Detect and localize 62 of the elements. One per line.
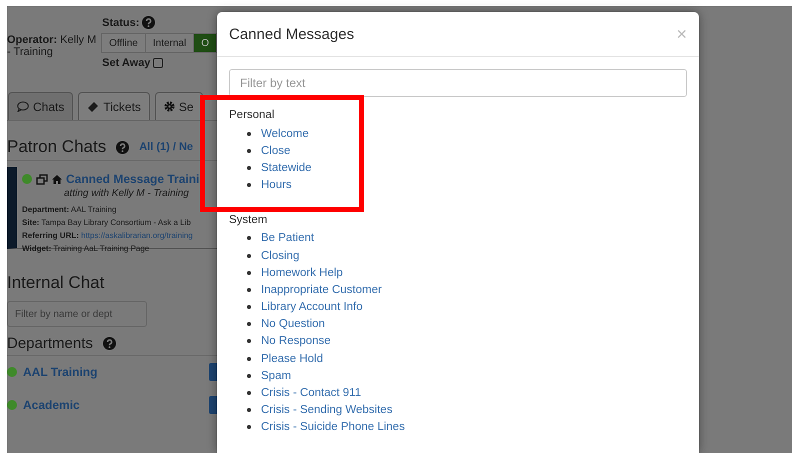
message-link[interactable]: Library Account Info xyxy=(261,301,363,314)
bullet-icon xyxy=(247,288,251,292)
chat-detail: Department: AAL Training xyxy=(22,204,118,215)
set-away-checkbox[interactable] xyxy=(153,58,164,68)
bullet-icon xyxy=(247,374,251,378)
bullet-icon xyxy=(247,166,251,170)
message-link[interactable]: Close xyxy=(261,144,290,157)
bullet-icon xyxy=(247,425,251,430)
bullet-icon xyxy=(247,132,251,136)
bullet-icon xyxy=(247,183,251,188)
message-link[interactable]: Welcome xyxy=(261,128,309,140)
bullet-icon xyxy=(247,339,251,344)
message-link[interactable]: Crisis - Sending Websites xyxy=(261,404,392,416)
bullet-icon xyxy=(247,391,251,396)
filter-field[interactable]: Filter by name or dept xyxy=(7,301,147,327)
group-heading: System xyxy=(229,214,268,226)
ticket-icon xyxy=(87,100,100,112)
help-icon[interactable] xyxy=(116,140,130,154)
message-link[interactable]: No Response xyxy=(261,335,331,348)
status-button[interactable]: Internal xyxy=(144,33,194,53)
bullet-icon xyxy=(247,270,251,275)
status-button[interactable]: Offline xyxy=(101,33,146,53)
bullet-icon xyxy=(247,356,251,361)
message-link[interactable]: Please Hold xyxy=(261,352,324,365)
chat-detail: Referring URL: https://askalibrarian.org/training xyxy=(22,230,194,241)
message-link[interactable]: Inappropriate Customer xyxy=(261,284,382,296)
message-link[interactable]: Statewide xyxy=(261,162,312,174)
modal-title: Canned Messages xyxy=(229,26,354,42)
popout-icon[interactable] xyxy=(36,174,48,184)
tab[interactable]: Chats xyxy=(8,92,74,120)
help-icon[interactable] xyxy=(142,16,156,29)
message-link[interactable]: Closing xyxy=(261,250,300,262)
message-link[interactable]: No Question xyxy=(261,318,325,330)
tab[interactable]: Tickets xyxy=(78,92,150,120)
home-icon xyxy=(52,174,62,184)
status-button[interactable]: O xyxy=(193,33,217,53)
group-heading: Personal xyxy=(229,109,276,121)
chat-detail: Widget: Training AaL Training Page xyxy=(22,243,150,254)
message-link[interactable]: Hours xyxy=(261,179,292,192)
section-heading: Departments xyxy=(7,335,93,352)
speech-bubble-icon xyxy=(17,101,29,112)
help-icon[interactable] xyxy=(102,337,116,350)
bullet-icon xyxy=(247,408,251,412)
set-away-label: Set Away xyxy=(102,57,150,69)
operator-label: Operator: Kelly M - Training xyxy=(7,34,98,58)
bullet-icon xyxy=(247,254,251,258)
message-link[interactable]: Crisis - Suicide Phone Lines xyxy=(261,421,405,434)
bullet-icon xyxy=(247,322,251,326)
message-link[interactable]: Homework Help xyxy=(261,266,343,279)
chat-detail: Site: Tampa Bay Library Consortium - Ask a Lib xyxy=(22,217,192,228)
message-link[interactable]: Crisis - Contact 911 xyxy=(261,387,362,400)
gear-icon xyxy=(164,101,175,112)
section-heading: Patron Chats xyxy=(7,137,106,157)
bullet-icon xyxy=(247,236,251,240)
message-link[interactable]: Be Patient xyxy=(261,232,314,244)
tab[interactable]: Se xyxy=(154,92,203,120)
status-label: Status: xyxy=(102,16,140,28)
bullet-icon xyxy=(247,305,251,310)
chat-subtitle: atting with Kelly M - Training xyxy=(64,188,190,199)
message-link[interactable]: Spam xyxy=(261,370,292,382)
bullet-icon xyxy=(247,148,251,153)
section-heading: Internal Chat xyxy=(7,273,106,293)
